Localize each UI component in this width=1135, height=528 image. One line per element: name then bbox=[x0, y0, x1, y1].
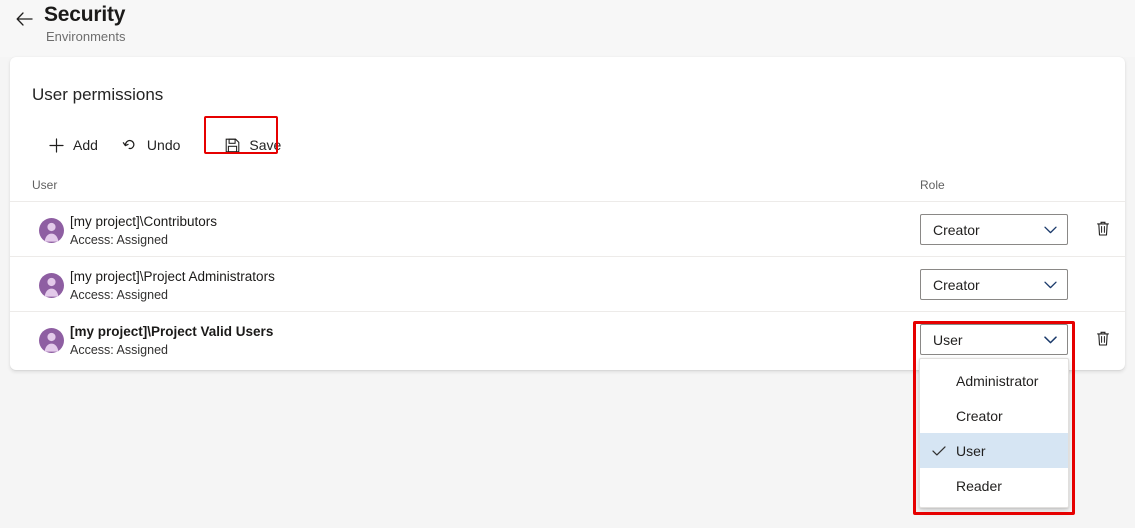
column-header-role: Role bbox=[920, 178, 945, 192]
undo-arrow-icon bbox=[122, 137, 138, 153]
checkmark-icon bbox=[932, 445, 946, 456]
save-button-wrapper: Save bbox=[204, 116, 295, 163]
user-cell: [my project]\Project Administrators Acce… bbox=[70, 268, 275, 304]
floppy-disk-icon bbox=[224, 137, 240, 153]
user-name: [my project]\Contributors bbox=[70, 214, 218, 229]
table-row: [my project]\Project Administrators Acce… bbox=[10, 257, 1125, 312]
role-select[interactable]: Creator bbox=[920, 214, 1068, 245]
trash-icon bbox=[1095, 220, 1111, 240]
add-button[interactable]: Add bbox=[36, 127, 110, 163]
chevron-down-icon bbox=[1044, 281, 1057, 289]
header-titles: Security Environments bbox=[44, 2, 125, 46]
undo-button-label: Undo bbox=[146, 137, 181, 153]
dropdown-option-label: Administrator bbox=[956, 372, 1039, 389]
dropdown-option-reader[interactable]: Reader bbox=[920, 468, 1068, 503]
dropdown-option-label: Creator bbox=[956, 407, 1003, 424]
command-bar: Add Undo Save bbox=[36, 116, 295, 165]
role-dropdown-menu: Administrator Creator User Reader bbox=[919, 358, 1069, 508]
page-header: Security Environments bbox=[0, 0, 1135, 57]
delete-row-button[interactable] bbox=[1088, 325, 1118, 355]
user-permissions-card: User permissions Add Undo Save User Role… bbox=[10, 57, 1125, 370]
role-cell: Creator bbox=[920, 269, 1068, 300]
role-cell: Creator bbox=[920, 214, 1068, 245]
delete-row-button[interactable] bbox=[1088, 215, 1118, 245]
back-button[interactable] bbox=[8, 3, 40, 35]
dropdown-option-label: User bbox=[956, 442, 986, 459]
table-row: [my project]\Contributors Access: Assign… bbox=[10, 202, 1125, 257]
add-button-label: Add bbox=[73, 137, 98, 153]
user-name: [my project]\Project Valid Users bbox=[70, 324, 274, 339]
user-avatar-icon bbox=[39, 273, 64, 298]
permissions-table: User Role [my project]\Contributors Acce… bbox=[10, 171, 1125, 367]
page-title: Security bbox=[44, 3, 126, 26]
role-select-value: Creator bbox=[933, 221, 980, 238]
plus-icon bbox=[48, 137, 64, 153]
dropdown-option-creator[interactable]: Creator bbox=[920, 398, 1068, 433]
chevron-down-icon bbox=[1044, 335, 1057, 344]
save-button[interactable]: Save bbox=[210, 127, 295, 163]
role-select[interactable]: Creator bbox=[920, 269, 1068, 300]
role-select-value: Creator bbox=[933, 276, 980, 293]
role-cell: User bbox=[920, 324, 1068, 355]
user-access: Access: Assigned bbox=[70, 343, 168, 357]
card-title: User permissions bbox=[32, 85, 164, 104]
save-button-label: Save bbox=[249, 137, 282, 153]
user-cell: [my project]\Project Valid Users Access:… bbox=[70, 323, 273, 359]
user-cell: [my project]\Contributors Access: Assign… bbox=[70, 213, 217, 249]
arrow-left-icon bbox=[16, 12, 33, 26]
dropdown-option-user[interactable]: User bbox=[920, 433, 1068, 468]
user-name: [my project]\Project Administrators bbox=[70, 269, 275, 284]
dropdown-option-administrator[interactable]: Administrator bbox=[920, 363, 1068, 398]
table-header-row: User Role bbox=[10, 171, 1125, 202]
user-access: Access: Assigned bbox=[70, 233, 168, 247]
role-select-value: User bbox=[933, 331, 963, 348]
breadcrumb: Environments bbox=[46, 29, 126, 44]
role-select-open[interactable]: User bbox=[920, 324, 1068, 355]
undo-button[interactable]: Undo bbox=[110, 127, 192, 163]
user-access: Access: Assigned bbox=[70, 288, 168, 302]
user-avatar-icon bbox=[39, 218, 64, 243]
trash-icon bbox=[1095, 330, 1111, 350]
column-header-user: User bbox=[32, 178, 58, 192]
dropdown-option-label: Reader bbox=[956, 477, 1002, 494]
user-avatar-icon bbox=[39, 328, 64, 353]
chevron-down-icon bbox=[1044, 226, 1057, 234]
